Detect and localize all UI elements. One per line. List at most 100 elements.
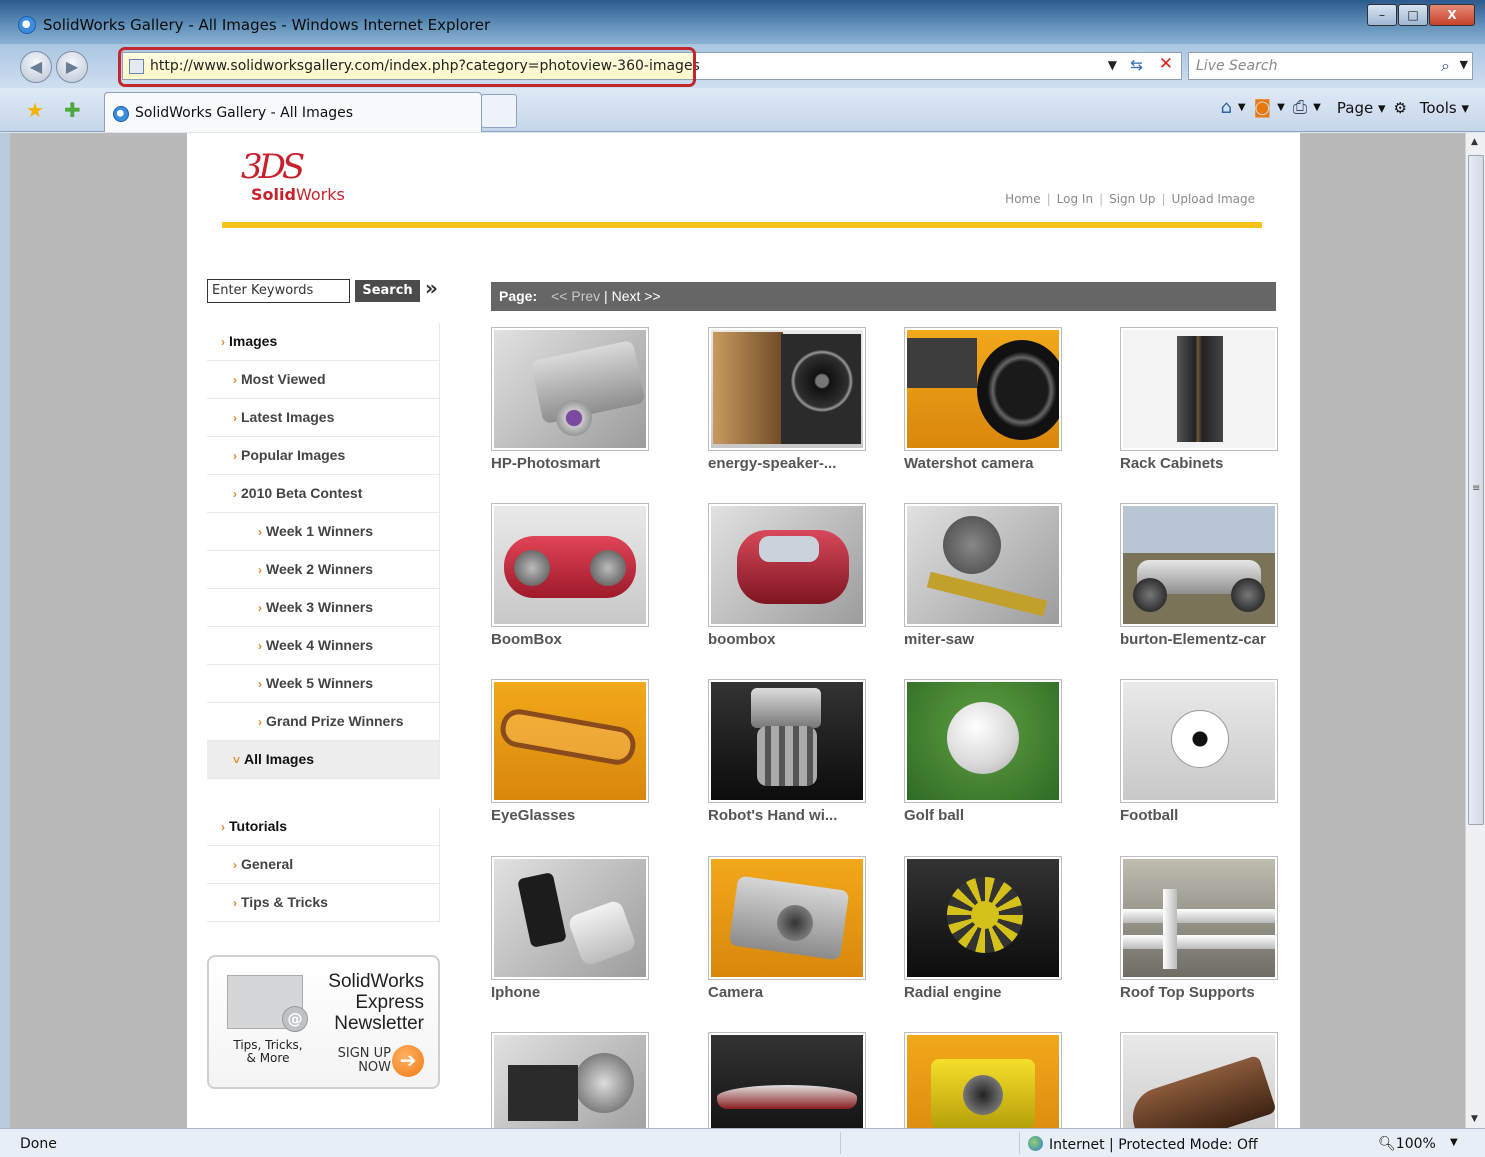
scroll-up-icon[interactable]: ▲	[1471, 137, 1478, 147]
nav-2010-beta-contest[interactable]: › 2010 Beta Contest	[207, 475, 440, 513]
gallery-caption[interactable]: Golf ball	[904, 806, 1064, 825]
signup-link[interactable]: Sign Up	[1109, 192, 1155, 206]
nav-week-5-winners[interactable]: › Week 5 Winners	[207, 665, 440, 703]
new-tab-button[interactable]	[481, 94, 517, 128]
gallery-item[interactable]	[708, 1032, 898, 1128]
zoom-dropdown-icon[interactable]: ▼	[1450, 1137, 1458, 1148]
gallery-item[interactable]: Football	[1120, 679, 1310, 825]
gallery-thumbnail[interactable]	[708, 856, 866, 980]
gallery-thumbnail[interactable]	[491, 1032, 649, 1128]
gallery-item[interactable]	[904, 1032, 1094, 1128]
solidworks-logo[interactable]: 3DS SolidWorks	[237, 147, 347, 207]
nav-week-4-winners[interactable]: › Week 4 Winners	[207, 627, 440, 665]
nav-general[interactable]: › General	[207, 846, 440, 884]
zoom-control[interactable]: 🔍︎100%	[1378, 1136, 1436, 1152]
gallery-thumbnail[interactable]	[708, 679, 866, 803]
gallery-item[interactable]: Radial engine	[904, 856, 1094, 1002]
nav-latest-images[interactable]: › Latest Images	[207, 399, 440, 437]
nav-week-3-winners[interactable]: › Week 3 Winners	[207, 589, 440, 627]
gallery-caption[interactable]: EyeGlasses	[491, 806, 651, 825]
login-link[interactable]: Log In	[1057, 192, 1093, 206]
gallery-item[interactable]: boombox	[708, 503, 898, 649]
arrow-right-icon[interactable]: ➔	[392, 1045, 424, 1077]
refresh-icon[interactable]: ⇆	[1130, 56, 1143, 74]
newsletter-banner[interactable]: @ SolidWorks Express Newsletter Tips, Tric…	[207, 955, 440, 1089]
gallery-thumbnail[interactable]	[708, 1032, 866, 1128]
gallery-caption[interactable]: Robot's Hand wi...	[708, 806, 868, 825]
gallery-item[interactable]: Golf ball	[904, 679, 1094, 825]
home-dropdown-icon[interactable]: ▼	[1238, 102, 1246, 113]
gallery-thumbnail[interactable]	[904, 503, 1062, 627]
gallery-caption[interactable]: Football	[1120, 806, 1280, 825]
gallery-caption[interactable]: miter-saw	[904, 630, 1064, 649]
security-zone[interactable]: Internet | Protected Mode: Off	[1028, 1136, 1258, 1153]
gallery-item[interactable]: miter-saw	[904, 503, 1094, 649]
maximize-button[interactable]: □	[1398, 4, 1428, 26]
print-dropdown-icon[interactable]: ▼	[1313, 102, 1321, 113]
gallery-item[interactable]: BoomBox	[491, 503, 681, 649]
search-dropdown-icon[interactable]: ▼	[1460, 58, 1468, 71]
feeds-dropdown-icon[interactable]: ▼	[1277, 102, 1285, 113]
gallery-thumbnail[interactable]	[1120, 856, 1278, 980]
nav-week-2-winners[interactable]: › Week 2 Winners	[207, 551, 440, 589]
gallery-item[interactable]	[1120, 1032, 1310, 1128]
home-link[interactable]: Home	[1005, 192, 1040, 206]
gallery-caption[interactable]: BoomBox	[491, 630, 651, 649]
gallery-thumbnail[interactable]	[1120, 1032, 1278, 1128]
gallery-item[interactable]: Camera	[708, 856, 898, 1002]
search-button[interactable]: Search	[355, 280, 420, 302]
gallery-thumbnail[interactable]	[708, 327, 866, 451]
stop-icon[interactable]: ✕	[1159, 54, 1173, 74]
nav-tutorials[interactable]: › Tutorials	[207, 808, 440, 846]
gallery-thumbnail[interactable]	[904, 1032, 1062, 1128]
close-button[interactable]: X	[1429, 4, 1475, 26]
gallery-thumbnail[interactable]	[1120, 503, 1278, 627]
gallery-item[interactable]: Roof Top Supports	[1120, 856, 1310, 1002]
gallery-caption[interactable]: Camera	[708, 983, 868, 1002]
advanced-search-icon[interactable]: »	[425, 276, 438, 300]
gallery-thumbnail[interactable]	[491, 856, 649, 980]
upload-image-link[interactable]: Upload Image	[1172, 192, 1255, 206]
scroll-down-icon[interactable]: ▼	[1471, 1114, 1478, 1124]
print-icon[interactable]: ⎙	[1293, 97, 1307, 118]
gallery-thumbnail[interactable]	[904, 679, 1062, 803]
vertical-scrollbar[interactable]: ▲ ≡ ▼	[1465, 133, 1485, 1128]
keyword-search-input[interactable]: Enter Keywords	[207, 279, 350, 303]
gallery-thumbnail[interactable]	[904, 327, 1062, 451]
gallery-caption[interactable]: Iphone	[491, 983, 651, 1002]
gallery-thumbnail[interactable]	[1120, 327, 1278, 451]
gallery-item[interactable]: HP-Photosmart	[491, 327, 681, 473]
gallery-caption[interactable]: energy-speaker-...	[708, 454, 868, 473]
tab-solidworks-gallery[interactable]: SolidWorks Gallery - All Images	[104, 92, 482, 132]
next-page-link[interactable]: Next >>	[612, 288, 661, 304]
gallery-caption[interactable]: Roof Top Supports	[1120, 983, 1280, 1002]
gallery-item[interactable]: energy-speaker-...	[708, 327, 898, 473]
prev-page-link[interactable]: << Prev	[551, 288, 600, 304]
nav-popular-images[interactable]: › Popular Images	[207, 437, 440, 475]
address-dropdown-icon[interactable]: ▼	[1108, 58, 1117, 72]
gallery-thumbnail[interactable]	[708, 503, 866, 627]
live-search-input[interactable]: Live Search ⌕ ▼	[1188, 52, 1473, 80]
gallery-thumbnail[interactable]	[491, 327, 649, 451]
page-menu[interactable]: Page ▾	[1329, 99, 1386, 117]
gallery-item[interactable]: EyeGlasses	[491, 679, 681, 825]
nav-all-images[interactable]: ˅ All Images	[207, 741, 440, 779]
gallery-item[interactable]: Robot's Hand wi...	[708, 679, 898, 825]
forward-button[interactable]: ▶	[56, 51, 88, 83]
back-button[interactable]: ◀	[20, 51, 52, 83]
nav-grand-prize-winners[interactable]: › Grand Prize Winners	[207, 703, 440, 741]
minimize-button[interactable]: –	[1367, 4, 1397, 26]
gallery-caption[interactable]: burton-Elementz-car	[1120, 630, 1280, 649]
nav-images[interactable]: › Images	[207, 323, 440, 361]
gallery-thumbnail[interactable]	[491, 503, 649, 627]
nav-tips-tricks[interactable]: › Tips & Tricks	[207, 884, 440, 922]
tools-menu[interactable]: ⚙ Tools ▾	[1394, 99, 1469, 117]
gallery-caption[interactable]: Watershot camera	[904, 454, 1064, 473]
gallery-thumbnail[interactable]	[491, 679, 649, 803]
nav-week-1-winners[interactable]: › Week 1 Winners	[207, 513, 440, 551]
gallery-item[interactable]	[491, 1032, 681, 1128]
search-icon[interactable]: ⌕	[1441, 56, 1450, 76]
favorites-star-icon[interactable]: ★	[26, 98, 44, 122]
gallery-thumbnail[interactable]	[1120, 679, 1278, 803]
home-icon[interactable]: ⌂	[1220, 97, 1231, 118]
